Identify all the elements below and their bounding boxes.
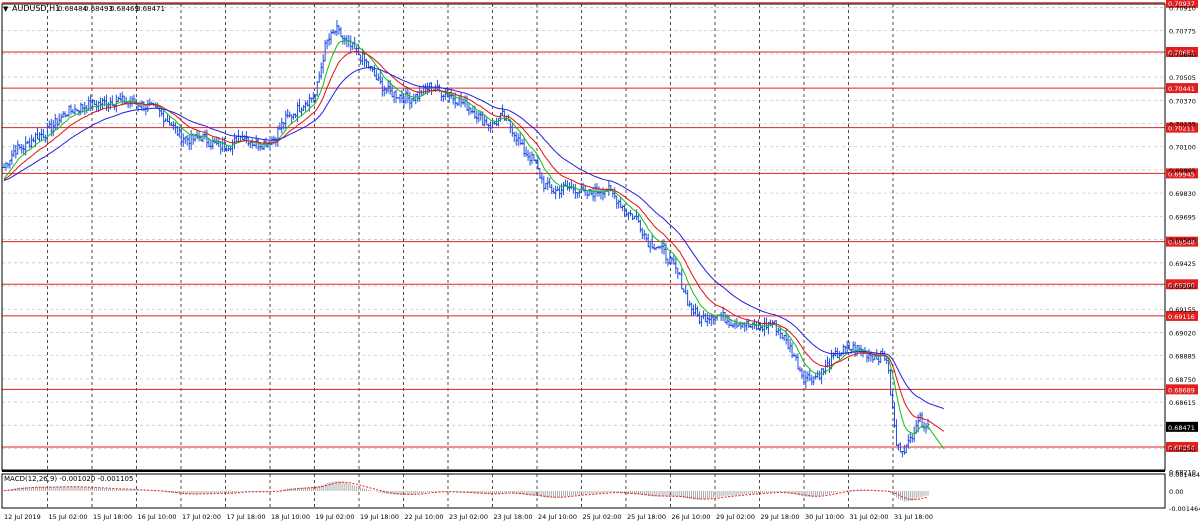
price-chart[interactable]: 0.709370.706510.704410.702110.699450.695… [0,0,1200,523]
macd-tick-label: 0.00 [1169,488,1183,496]
y-tick-label: 0.69425 [1169,260,1196,268]
y-tick-label: 0.70505 [1169,74,1196,82]
x-tick-label: 31 Jul 02:00 [850,513,889,521]
y-tick-label: 0.68345 [1169,446,1196,454]
y-tick-label: 0.69020 [1169,329,1196,337]
x-tick-label: 30 Jul 10:00 [805,513,844,521]
x-tick-label: 29 Jul 18:00 [761,513,800,521]
level-tag-label: 0.70441 [1168,85,1195,93]
chart-background [0,0,1200,523]
y-tick-label: 0.70640 [1169,51,1196,59]
y-tick-label: 0.69965 [1169,167,1196,175]
x-tick-label: 16 Jul 10:00 [138,513,177,521]
macd-tick-label: -0.001464 [1169,505,1200,513]
x-tick-label: 17 Jul 02:00 [182,513,221,521]
symbol-timeframe: AUDUSD,H1 [12,4,60,13]
y-tick-label: 0.69155 [1169,306,1196,314]
y-tick-label: 0.69695 [1169,213,1196,221]
y-tick-label: 0.68750 [1169,376,1196,384]
x-tick-label: 12 Jul 2019 [4,513,41,521]
x-tick-label: 25 Jul 18:00 [627,513,666,521]
x-tick-label: 23 Jul 02:00 [449,513,488,521]
y-tick-label: 0.70910 [1169,4,1196,12]
y-tick-label: 0.68615 [1169,399,1196,407]
current-price-label: 0.68471 [1168,424,1195,432]
x-tick-label: 19 Jul 02:00 [316,513,355,521]
x-tick-label: 22 Jul 10:00 [405,513,444,521]
x-tick-label: 19 Jul 18:00 [360,513,399,521]
y-tick-label: 0.70100 [1169,144,1196,152]
y-tick-label: 0.69290 [1169,283,1196,291]
ohlc-low: 0.68469 [110,5,139,13]
ohlc-close: 0.68471 [136,5,165,13]
y-tick-label: 0.70370 [1169,97,1196,105]
x-tick-label: 31 Jul 18:00 [894,513,933,521]
x-tick-label: 26 Jul 10:00 [672,513,711,521]
y-tick-label: 0.68885 [1169,353,1196,361]
x-tick-label: 29 Jul 02:00 [716,513,755,521]
x-tick-label: 15 Jul 18:00 [93,513,132,521]
y-tick-label: 0.69560 [1169,237,1196,245]
x-tick-label: 15 Jul 02:00 [49,513,88,521]
triangle-down-icon[interactable]: ▼ [3,5,9,13]
x-tick-label: 23 Jul 18:00 [494,513,533,521]
level-tag-label: 0.68689 [1168,386,1195,394]
y-tick-label: 0.70235 [1169,121,1196,129]
ohlc-high: 0.68493 [84,5,113,13]
x-tick-label: 17 Jul 18:00 [227,513,266,521]
x-tick-label: 25 Jul 02:00 [583,513,622,521]
chart-window[interactable]: 0.70937 0.70651 0.70441 0.70211 0.69945 0.695… [0,0,1200,523]
y-tick-label: 0.69830 [1169,190,1196,198]
y-tick-label: 0.70775 [1169,28,1196,36]
macd-tick-label: 0.001464 [1169,471,1200,479]
x-tick-label: 18 Jul 10:00 [271,513,310,521]
macd-label: MACD(12,26,9) -0.001020 -0.001105 [4,475,133,483]
x-tick-label: 24 Jul 10:00 [538,513,577,521]
